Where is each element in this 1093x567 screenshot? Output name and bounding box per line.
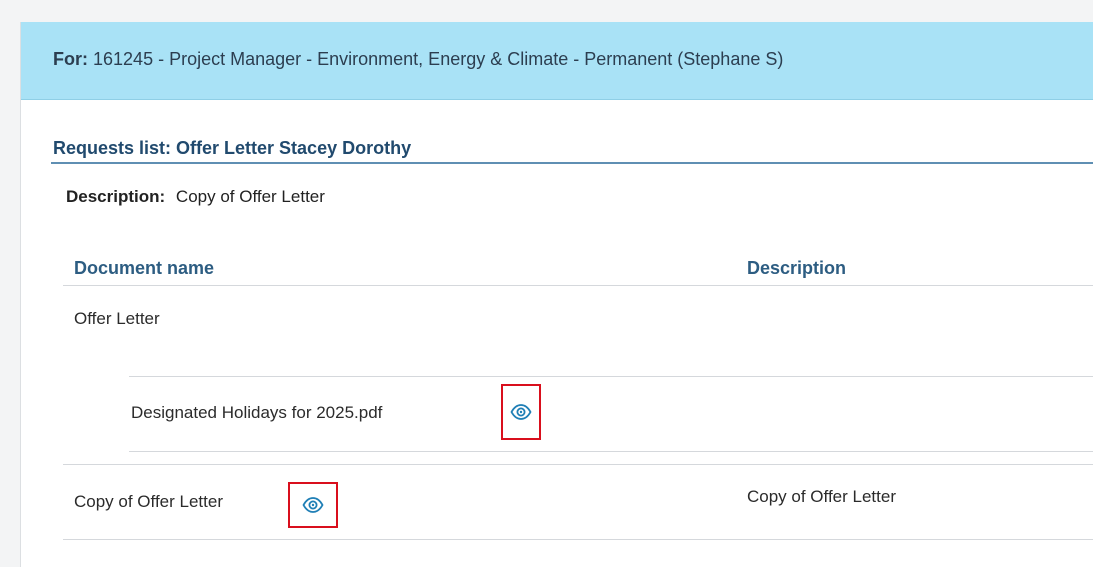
requests-list-title: Requests list: Offer Letter Stacey Dorot… [53, 138, 412, 158]
document-description-copy-of-offer-letter: Copy of Offer Letter [747, 487, 896, 506]
page-background: For: 161245 - Project Manager - Environm… [0, 0, 1093, 567]
document-name-offer-letter: Offer Letter [74, 309, 160, 328]
for-header-text: For: 161245 - Project Manager - Environm… [53, 49, 783, 70]
column-header-description: Description [747, 258, 847, 278]
attachment-filename[interactable]: Designated Holidays for 2025.pdf [131, 403, 382, 423]
document-view-button[interactable] [288, 482, 338, 528]
eye-icon [302, 497, 324, 513]
table-bottom-divider [63, 539, 1093, 540]
column-header-document-name: Document name [74, 258, 215, 278]
attachment-view-button[interactable] [501, 384, 541, 440]
document-name-copy-of-offer-letter: Copy of Offer Letter [74, 492, 223, 511]
for-label: For: [53, 49, 88, 69]
description-value: Copy of Offer Letter [175, 187, 325, 206]
title-underline [51, 162, 1093, 164]
for-header-bar: For: 161245 - Project Manager - Environm… [21, 22, 1093, 100]
attachment-bottom-divider [129, 451, 1093, 452]
for-value: 161245 - Project Manager - Environment, … [93, 49, 784, 69]
attachment-top-divider [129, 376, 1093, 377]
request-description: Description: Copy of Offer Letter [66, 187, 325, 207]
description-label: Description: [66, 187, 166, 206]
eye-icon [510, 404, 532, 420]
row-divider [63, 464, 1093, 465]
header-divider [63, 285, 1093, 286]
request-panel: For: 161245 - Project Manager - Environm… [20, 22, 1093, 567]
